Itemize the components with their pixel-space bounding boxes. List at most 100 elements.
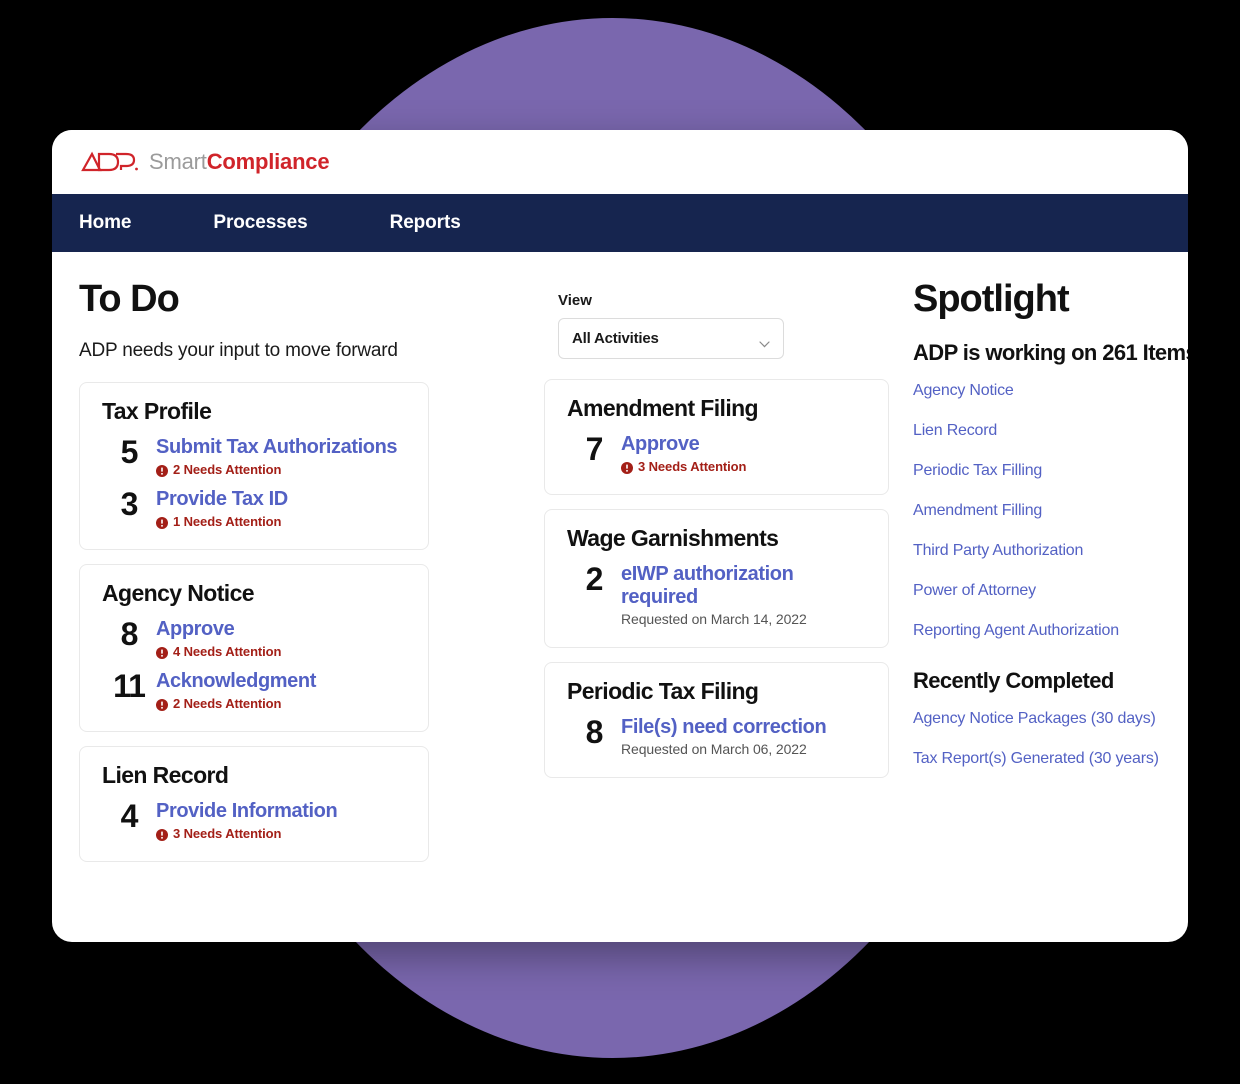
adp-logo-icon [79,149,139,175]
card-row[interactable]: 8 Approve 4 Needs Attention [102,617,410,659]
row-link[interactable]: Provide Information [156,800,410,823]
todo-heading-block: To Do ADP needs your input to move forwa… [79,280,544,362]
needs-attention-text: 3 Needs Attention [173,826,282,841]
card-lien-record: Lien Record 4 Provide Information 3 Need… [79,746,429,862]
spotlight-item-third-party-authorization[interactable]: Third Party Authorization [913,542,1161,560]
card-title: Periodic Tax Filing [567,678,759,704]
spotlight-column: Spotlight ADP is working on 261 Items Ag… [896,278,1188,876]
main-navigation: Home Processes Reports [52,194,1188,252]
row-body: Approve 3 Needs Attention [621,432,870,474]
card-row[interactable]: 11 Acknowledgment 2 Needs Attention [102,669,410,711]
row-body: Approve 4 Needs Attention [156,617,410,659]
card-row[interactable]: 7 Approve 3 Needs Attention [567,432,870,474]
card-row[interactable]: 4 Provide Information 3 Needs Attention [102,799,410,841]
view-label: View [558,292,592,309]
card-amendment-filing: Amendment Filing 7 Approve 3 Needs Atten… [544,379,889,495]
recently-completed-title: Recently Completed [913,668,1114,693]
spotlight-item-amendment-filling[interactable]: Amendment Filling [913,502,1161,520]
todo-subtitle: ADP needs your input to move forward [79,340,398,361]
todo-header: To Do ADP needs your input to move forwa… [79,280,544,362]
card-row[interactable]: 8 File(s) need correction Requested on M… [567,715,870,757]
row-note: Requested on March 14, 2022 [621,611,807,627]
row-count: 8 [585,714,604,750]
spotlight-item-agency-notice[interactable]: Agency Notice [913,382,1161,400]
spotlight-item-periodic-tax-filling[interactable]: Periodic Tax Filling [913,462,1161,480]
row-link[interactable]: Approve [156,618,410,641]
row-link[interactable]: Acknowledgment [156,670,410,693]
card-wage-garnishments: Wage Garnishments 2 eIWP authorization r… [544,509,889,648]
row-count: 4 [120,798,139,834]
row-count: 2 [585,561,604,597]
card-periodic-tax-filing: Periodic Tax Filing 8 File(s) need corre… [544,662,889,778]
brand-name: SmartCompliance [149,149,330,175]
todo-cards-left: Tax Profile 5 Submit Tax Authorizations … [79,382,544,862]
card-title: Lien Record [102,762,229,788]
spotlight-item-power-of-attorney[interactable]: Power of Attorney [913,582,1161,600]
nav-item-processes[interactable]: Processes [213,212,307,234]
needs-attention-badge: 2 Needs Attention [156,696,410,711]
row-link[interactable]: Approve [621,433,870,456]
recently-completed-item-agency-notice-packages[interactable]: Agency Notice Packages (30 days) [913,710,1161,728]
page-content: To Do ADP needs your input to move forwa… [52,252,1188,876]
spotlight-item-lien-record[interactable]: Lien Record [913,422,1161,440]
nav-item-home[interactable]: Home [79,212,131,234]
card-agency-notice: Agency Notice 8 Approve 4 Needs Attentio… [79,564,429,732]
todo-cards-middle: Amendment Filing 7 Approve 3 Needs Atten… [544,379,896,778]
needs-attention-badge: 1 Needs Attention [156,514,410,529]
needs-attention-badge: 3 Needs Attention [156,826,410,841]
row-count: 5 [120,434,139,470]
card-tax-profile: Tax Profile 5 Submit Tax Authorizations … [79,382,429,550]
alert-circle-icon [156,828,168,841]
app-window: SmartCompliance Home Processes Reports T… [52,130,1188,942]
needs-attention-badge: 3 Needs Attention [621,459,870,474]
card-title: Wage Garnishments [567,525,779,551]
nav-item-reports[interactable]: Reports [390,212,461,234]
needs-attention-text: 3 Needs Attention [638,459,747,474]
alert-circle-icon [621,461,633,474]
row-body: Provide Information 3 Needs Attention [156,799,410,841]
row-note: Requested on March 06, 2022 [621,741,807,757]
row-count: 11 [113,668,146,704]
card-row[interactable]: 3 Provide Tax ID 1 Needs Attention [102,487,410,529]
needs-attention-text: 2 Needs Attention [173,462,282,477]
card-title: Agency Notice [102,580,255,606]
brand-name-compliance: Compliance [206,149,330,174]
card-row[interactable]: 5 Submit Tax Authorizations 2 Needs Atte… [102,435,410,477]
brand-name-smart: Smart [149,149,207,174]
card-title: Tax Profile [102,398,212,424]
page-title: To Do [79,278,180,320]
row-count: 8 [120,616,139,652]
brand-bar: SmartCompliance [52,130,1188,194]
needs-attention-badge: 2 Needs Attention [156,462,410,477]
alert-circle-icon [156,516,168,529]
spotlight-item-reporting-agent-authorization[interactable]: Reporting Agent Authorization [913,622,1161,640]
row-count: 3 [120,486,139,522]
row-link[interactable]: File(s) need correction [621,716,870,739]
spotlight-working-on: ADP is working on 261 Items [913,340,1188,365]
alert-circle-icon [156,646,168,659]
row-link[interactable]: eIWP authorization required [621,563,870,609]
needs-attention-badge: 4 Needs Attention [156,644,410,659]
row-link[interactable]: Submit Tax Authorizations [156,436,410,459]
needs-attention-text: 4 Needs Attention [173,644,282,659]
row-body: eIWP authorization required Requested on… [621,562,870,627]
view-filter: View All Activities [558,292,784,359]
view-select[interactable]: All Activities [558,318,784,359]
todo-column-secondary: View All Activities Amendment Filing 7 A… [544,280,896,876]
row-body: Submit Tax Authorizations 2 Needs Attent… [156,435,410,477]
view-select-value: All Activities [572,330,659,347]
card-title: Amendment Filing [567,395,759,421]
needs-attention-text: 2 Needs Attention [173,696,282,711]
todo-column: To Do ADP needs your input to move forwa… [52,280,544,876]
row-body: File(s) need correction Requested on Mar… [621,715,870,757]
needs-attention-text: 1 Needs Attention [173,514,282,529]
chevron-down-icon [759,335,770,348]
card-row[interactable]: 2 eIWP authorization required Requested … [567,562,870,627]
alert-circle-icon [156,464,168,477]
row-link[interactable]: Provide Tax ID [156,488,410,511]
row-count: 7 [585,431,604,467]
spotlight-title: Spotlight [913,278,1070,320]
row-body: Acknowledgment 2 Needs Attention [156,669,410,711]
row-body: Provide Tax ID 1 Needs Attention [156,487,410,529]
recently-completed-item-tax-reports-generated[interactable]: Tax Report(s) Generated (30 years) [913,750,1161,768]
